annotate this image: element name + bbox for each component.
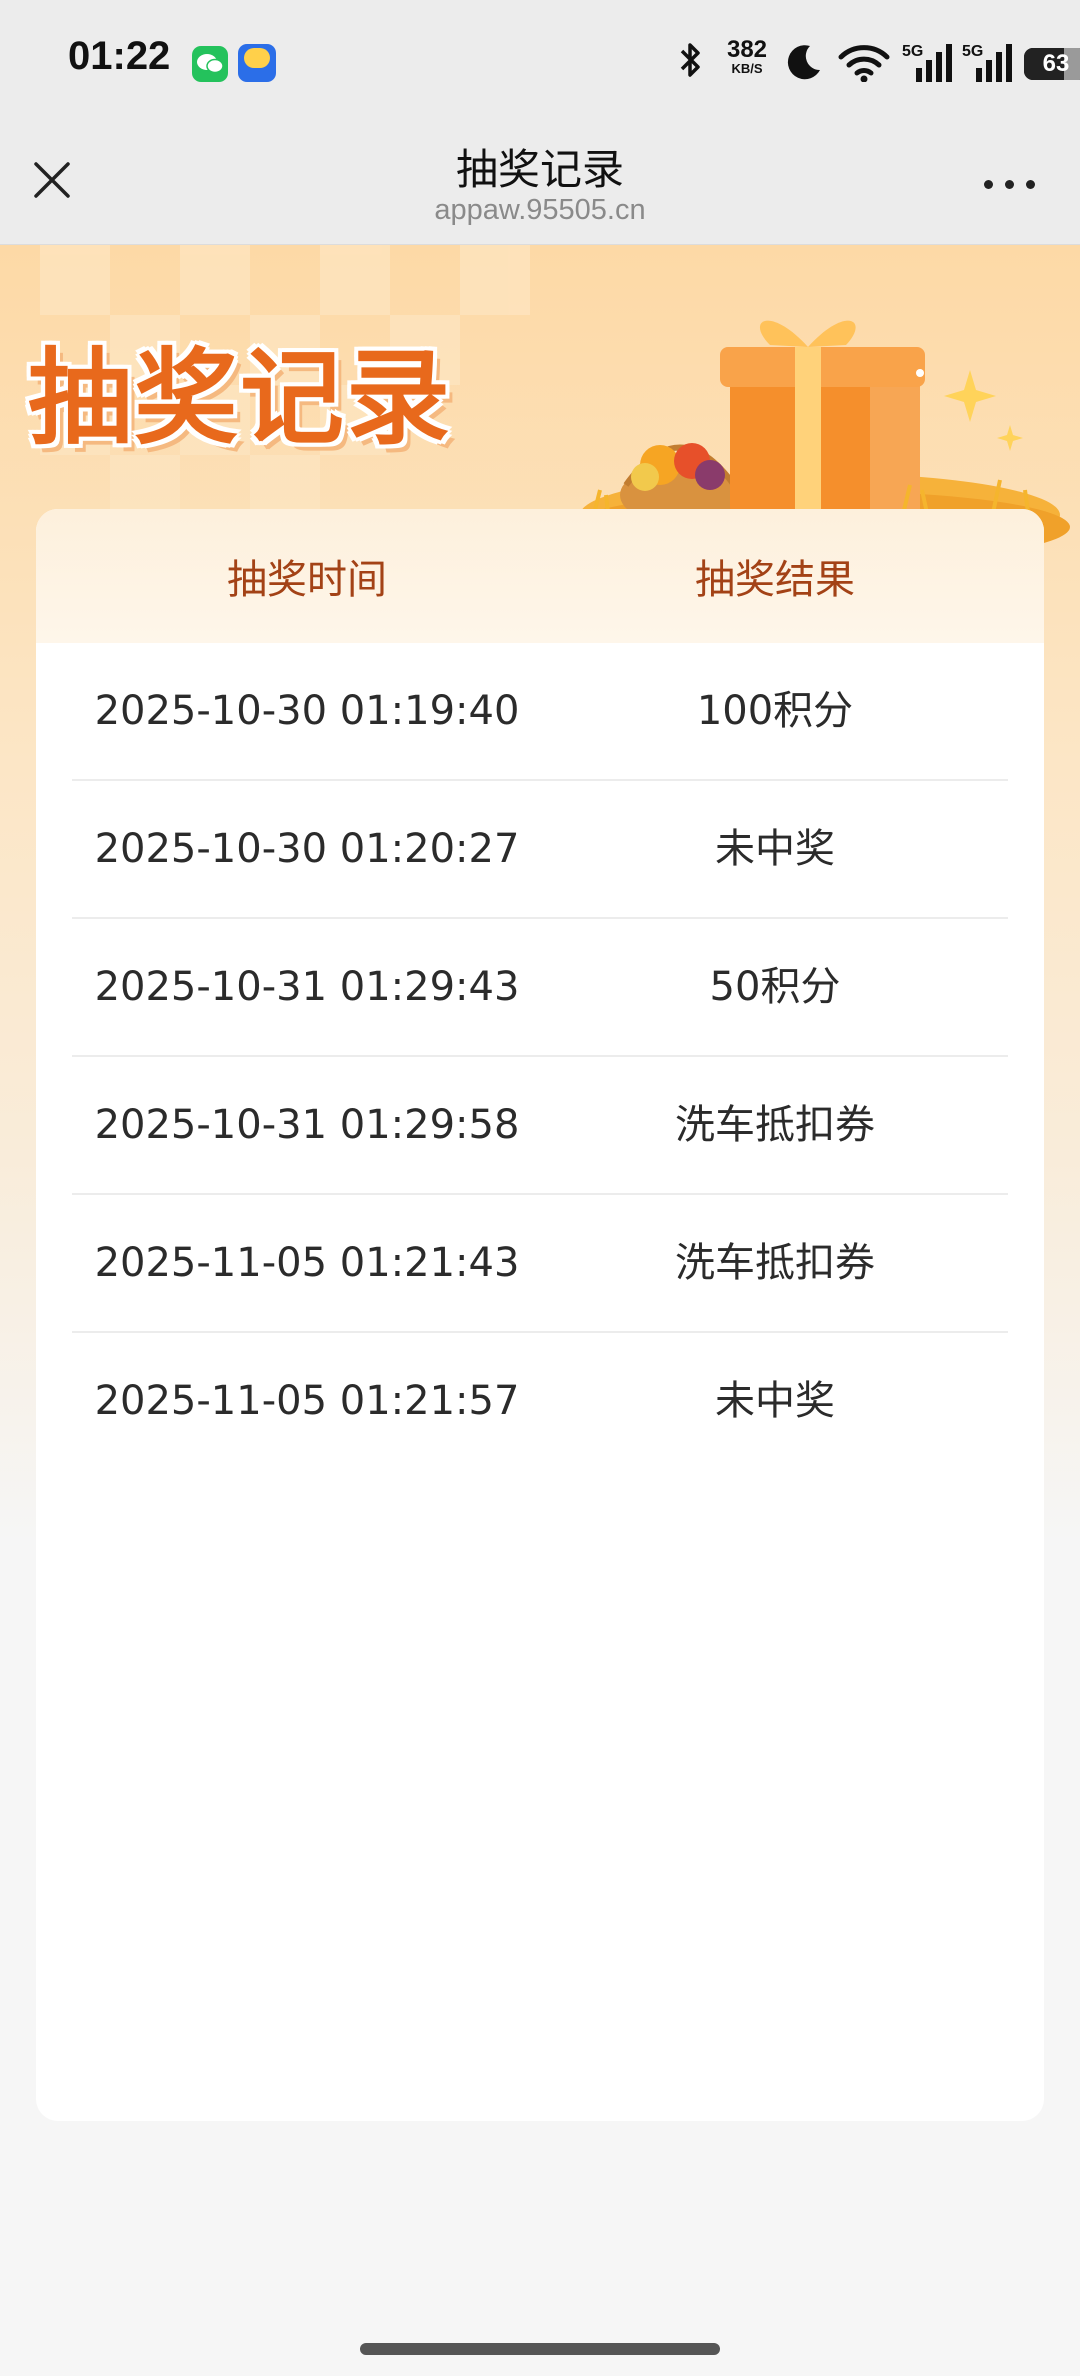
gift-illustration — [570, 320, 1070, 545]
page-url: appaw.95505.cn — [434, 194, 646, 226]
page-content: 抽奖记录 抽奖时间 抽奖结果 2025-10-30 01:19:40 100积分… — [0, 245, 1080, 2376]
network-speed-value: 382 — [726, 36, 768, 63]
svg-text:5G: 5G — [902, 43, 923, 60]
page-title: 抽奖记录 — [455, 145, 624, 194]
record-result: 100积分 — [696, 688, 854, 734]
wechat-icon — [192, 46, 228, 82]
column-header-result: 抽奖结果 — [695, 557, 855, 603]
network-speed: 382 KB/S — [722, 38, 772, 76]
more-options-icon[interactable] — [980, 170, 1040, 200]
wifi-icon — [838, 45, 890, 82]
table-row: 2025-10-31 01:29:58 洗车抵扣券 — [72, 1057, 1008, 1195]
banner: 抽奖记录 — [0, 245, 1080, 545]
cellular-signal-icon: 5G — [962, 43, 1012, 82]
status-bar: 01:22 382 KB/S 5G 5G 63 — [0, 0, 1080, 122]
status-time: 01:22 — [68, 34, 171, 78]
cellular-signal-icon: 5G — [902, 43, 952, 82]
nav-bar: 抽奖记录 appaw.95505.cn — [0, 122, 1080, 245]
table-row: 2025-10-30 01:19:40 100积分 — [72, 643, 1008, 781]
record-result: 50积分 — [709, 964, 841, 1010]
record-time: 2025-10-31 01:29:58 — [94, 1102, 520, 1148]
record-time: 2025-10-30 01:20:27 — [94, 826, 520, 872]
bluetooth-icon — [680, 43, 700, 77]
record-result: 洗车抵扣券 — [675, 1102, 875, 1148]
record-result: 未中奖 — [715, 1378, 835, 1424]
record-time: 2025-11-05 01:21:43 — [94, 1240, 520, 1286]
battery-icon: 63 — [1024, 48, 1080, 80]
column-header-time: 抽奖时间 — [227, 557, 387, 603]
table-row: 2025-11-05 01:21:57 未中奖 — [72, 1333, 1008, 1469]
record-time: 2025-11-05 01:21:57 — [94, 1378, 520, 1424]
svg-text:5G: 5G — [962, 43, 983, 60]
table-row: 2025-10-30 01:20:27 未中奖 — [72, 781, 1008, 919]
battery-level: 63 — [1042, 50, 1070, 77]
table-header: 抽奖时间 抽奖结果 — [36, 509, 1044, 643]
table-row: 2025-11-05 01:21:43 洗车抵扣券 — [72, 1195, 1008, 1333]
moon-icon — [787, 45, 820, 80]
record-result: 洗车抵扣券 — [675, 1240, 875, 1286]
app-notification-icon — [238, 44, 276, 82]
record-result: 未中奖 — [715, 826, 835, 872]
table-row: 2025-10-31 01:29:43 50积分 — [72, 919, 1008, 1057]
home-indicator[interactable] — [360, 2343, 720, 2355]
record-time: 2025-10-30 01:19:40 — [94, 688, 520, 734]
banner-title: 抽奖记录 — [28, 336, 453, 459]
table-body: 2025-10-30 01:19:40 100积分 2025-10-30 01:… — [36, 643, 1044, 1469]
lottery-records-table: 抽奖时间 抽奖结果 2025-10-30 01:19:40 100积分 2025… — [36, 509, 1044, 2121]
record-time: 2025-10-31 01:29:43 — [94, 964, 520, 1010]
network-speed-unit: KB/S — [731, 61, 763, 76]
